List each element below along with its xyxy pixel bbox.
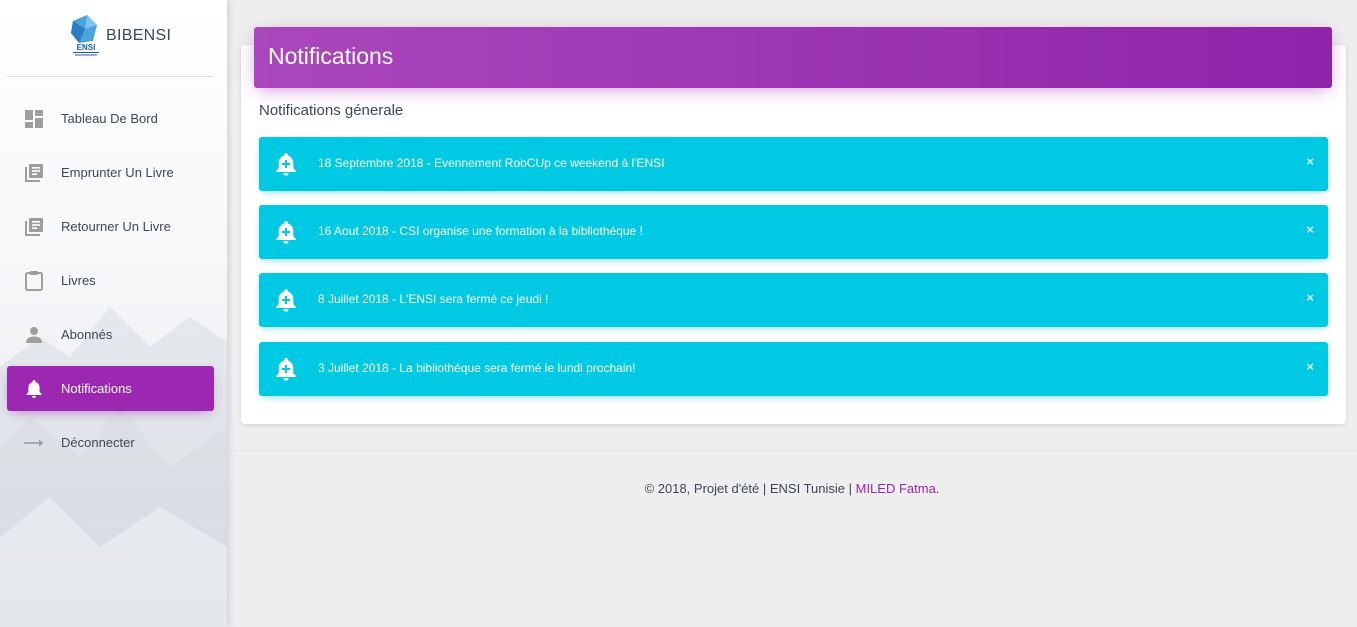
library-books-icon xyxy=(24,163,44,183)
sidebar: ENSI BIBENSI Tableau De Bord Emprunter U… xyxy=(0,0,227,627)
clipboard-icon xyxy=(24,270,44,291)
footer-suffix: . xyxy=(935,481,940,496)
bell-plus-icon xyxy=(276,358,296,381)
notification-alert: 8 Juillet 2018 - L'ENSI sera fermé ce je… xyxy=(259,273,1328,327)
close-icon[interactable]: × xyxy=(1306,359,1314,374)
sidebar-item-label: Livres xyxy=(61,273,96,288)
card-header: Notifications xyxy=(254,27,1332,88)
sidebar-item-livres[interactable]: Livres xyxy=(7,258,214,303)
close-icon[interactable]: × xyxy=(1306,154,1314,169)
sidebar-item-label: Tableau De Bord xyxy=(61,111,158,126)
arrow-right-icon xyxy=(24,433,44,453)
ensi-logo-icon[interactable]: ENSI xyxy=(67,15,105,57)
section-title: Notifications génerale xyxy=(259,102,404,119)
sidebar-item-label: Abonnés xyxy=(61,327,113,342)
close-icon[interactable]: × xyxy=(1306,222,1314,237)
footer: © 2018, Projet d'été | ENSI Tunisie | MI… xyxy=(227,481,1357,496)
library-books-icon xyxy=(24,217,44,237)
notification-message: 16 Aout 2018 - CSI organise une formatio… xyxy=(318,224,643,238)
sidebar-item-tableau-de-bord[interactable]: Tableau De Bord xyxy=(7,96,214,141)
bell-plus-icon xyxy=(276,153,296,176)
bell-icon xyxy=(24,379,44,399)
bell-plus-icon xyxy=(276,221,296,244)
dashboard-icon xyxy=(24,109,44,129)
sidebar-item-abonnes[interactable]: Abonnés xyxy=(7,312,214,357)
sidebar-item-label: Retourner Un Livre xyxy=(61,219,171,234)
sidebar-item-label: Déconnecter xyxy=(61,435,135,450)
brand: ENSI BIBENSI xyxy=(7,0,213,77)
close-icon[interactable]: × xyxy=(1306,290,1314,305)
sidebar-item-label: Notifications xyxy=(61,381,132,396)
page-title: Notifications xyxy=(268,43,394,69)
brand-name[interactable]: BIBENSI xyxy=(106,27,171,45)
sidebar-item-notifications[interactable]: Notifications xyxy=(7,366,214,411)
person-icon xyxy=(24,325,44,345)
footer-author-link[interactable]: MILED Fatma xyxy=(856,481,936,496)
notification-alert: 18 Septembre 2018 - Evennement RobCUp ce… xyxy=(259,137,1328,191)
sidebar-item-emprunter-un-livre[interactable]: Emprunter Un Livre xyxy=(7,150,214,195)
notification-message: 3 Juillet 2018 - La bibliothéque sera fe… xyxy=(318,361,636,375)
sidebar-item-retourner-un-livre[interactable]: Retourner Un Livre xyxy=(7,204,214,249)
notification-alert: 16 Aout 2018 - CSI organise une formatio… xyxy=(259,205,1328,259)
bell-plus-icon xyxy=(276,289,296,312)
sidebar-item-label: Emprunter Un Livre xyxy=(61,165,174,180)
footer-text: © 2018, Projet d'été | ENSI Tunisie | xyxy=(644,481,856,496)
sidebar-nav: Tableau De Bord Emprunter Un Livre Retou… xyxy=(0,96,227,465)
notification-message: 18 Septembre 2018 - Evennement RobCUp ce… xyxy=(318,156,665,170)
sidebar-item-deconnecter[interactable]: Déconnecter xyxy=(7,420,214,465)
notification-alert: 3 Juillet 2018 - La bibliothéque sera fe… xyxy=(259,342,1328,396)
logo-lettering: ENSI xyxy=(77,43,96,52)
notification-message: 8 Juillet 2018 - L'ENSI sera fermé ce je… xyxy=(318,292,549,306)
footer-divider xyxy=(227,450,1357,451)
